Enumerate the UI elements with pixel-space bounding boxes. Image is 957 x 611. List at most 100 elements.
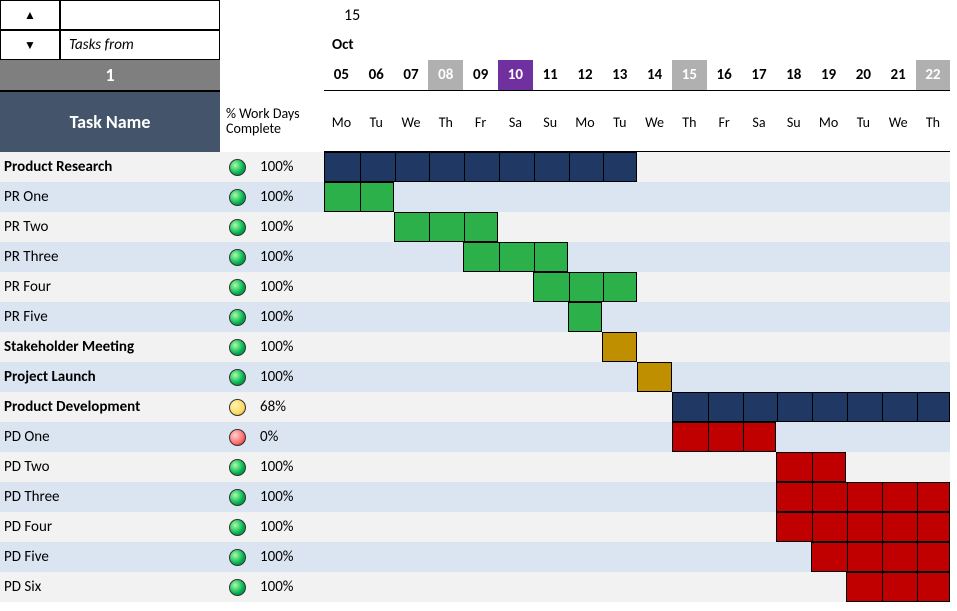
- date-cell[interactable]: 07: [394, 60, 429, 90]
- gantt-cell: [637, 212, 672, 242]
- task-name[interactable]: PR One: [0, 182, 220, 212]
- gantt-cell: [394, 302, 429, 332]
- gantt-cell: [498, 572, 533, 602]
- gantt-bar[interactable]: [394, 212, 498, 242]
- status-cell: [220, 572, 254, 602]
- gantt-cell: [568, 512, 603, 542]
- gantt-cell: [672, 182, 707, 212]
- task-row: PD Five100%: [0, 542, 957, 572]
- gantt-cell: [463, 332, 498, 362]
- gantt-cell: [916, 242, 951, 272]
- gantt-cell: [359, 212, 394, 242]
- dow-cell: Th: [916, 91, 951, 153]
- gantt-cell: [846, 182, 881, 212]
- gantt-cell: [498, 272, 533, 302]
- task-name[interactable]: PR Three: [0, 242, 220, 272]
- gantt-row: [324, 362, 950, 392]
- date-cell[interactable]: 12: [568, 60, 603, 90]
- gantt-bar[interactable]: [568, 302, 603, 332]
- scroll-down-button[interactable]: ▼: [0, 30, 60, 60]
- date-cell[interactable]: 10: [498, 60, 533, 90]
- gantt-cell: [533, 542, 568, 572]
- gantt-bar[interactable]: [811, 542, 950, 572]
- status-cell: [220, 422, 254, 452]
- date-cell[interactable]: 19: [811, 60, 846, 90]
- date-cell[interactable]: 16: [707, 60, 742, 90]
- gantt-cell: [463, 482, 498, 512]
- task-name[interactable]: Product Development: [0, 392, 220, 422]
- task-name[interactable]: PD Six: [0, 572, 220, 602]
- task-name[interactable]: PR Four: [0, 272, 220, 302]
- date-cell[interactable]: 14: [637, 60, 672, 90]
- date-cell[interactable]: 08: [428, 60, 463, 90]
- date-cell[interactable]: 11: [533, 60, 568, 90]
- date-cell[interactable]: 05: [324, 60, 359, 90]
- date-cell[interactable]: 17: [742, 60, 777, 90]
- gantt-cell: [324, 392, 359, 422]
- dow-cell: Th: [672, 91, 707, 153]
- task-name[interactable]: PR Five: [0, 302, 220, 332]
- task-name[interactable]: Stakeholder Meeting: [0, 332, 220, 362]
- task-name[interactable]: Project Launch: [0, 362, 220, 392]
- date-numbers-row: 050607080910111213141516171819202122: [324, 60, 950, 90]
- task-name[interactable]: PR Two: [0, 212, 220, 242]
- status-green-icon: [229, 159, 246, 176]
- task-name[interactable]: PD Four: [0, 512, 220, 542]
- gantt-cell: [568, 332, 603, 362]
- scroll-up-button[interactable]: ▲: [0, 0, 60, 30]
- gantt-cell: [463, 272, 498, 302]
- task-name[interactable]: PD Two: [0, 452, 220, 482]
- task-row: Stakeholder Meeting100%: [0, 332, 957, 362]
- gantt-bar[interactable]: [846, 572, 950, 602]
- gantt-cell: [463, 182, 498, 212]
- gantt-cell: [533, 512, 568, 542]
- gantt-cell: [428, 362, 463, 392]
- gantt-cell: [811, 212, 846, 242]
- date-cell[interactable]: 09: [463, 60, 498, 90]
- gantt-cell: [359, 482, 394, 512]
- gantt-cell: [776, 302, 811, 332]
- date-cell[interactable]: 18: [776, 60, 811, 90]
- gantt-bar[interactable]: [463, 242, 567, 272]
- status-cell: [220, 512, 254, 542]
- gantt-cell: [428, 392, 463, 422]
- gantt-bar[interactable]: [637, 362, 672, 392]
- gantt-bar[interactable]: [672, 392, 950, 422]
- gantt-bar[interactable]: [776, 512, 950, 542]
- task-name[interactable]: PD Five: [0, 542, 220, 572]
- date-cell[interactable]: 15: [672, 60, 707, 90]
- gantt-cell: [742, 332, 777, 362]
- gantt-cell: [394, 392, 429, 422]
- gantt-cell: [602, 362, 637, 392]
- gantt-cell: [602, 542, 637, 572]
- dow-cell: Fr: [463, 91, 498, 153]
- gantt-cell: [846, 302, 881, 332]
- blank-cell: [60, 0, 220, 30]
- page-or-day-indicator: 15: [344, 0, 360, 30]
- task-name[interactable]: Product Research: [0, 152, 220, 182]
- date-cell[interactable]: 06: [359, 60, 394, 90]
- gantt-cell: [359, 272, 394, 302]
- date-cell[interactable]: 21: [881, 60, 916, 90]
- gantt-cell: [602, 392, 637, 422]
- gantt-cell: [776, 212, 811, 242]
- task-name[interactable]: PD Three: [0, 482, 220, 512]
- gantt-bar[interactable]: [324, 152, 637, 182]
- task-name[interactable]: PD One: [0, 422, 220, 452]
- gantt-row: [324, 332, 950, 362]
- gantt-cell: [463, 392, 498, 422]
- date-cell[interactable]: 22: [916, 60, 951, 90]
- date-cell[interactable]: 13: [602, 60, 637, 90]
- gantt-bar[interactable]: [324, 182, 394, 212]
- gantt-bar[interactable]: [776, 482, 950, 512]
- gantt-cell: [881, 242, 916, 272]
- gantt-bar[interactable]: [533, 272, 637, 302]
- gantt-row: [324, 302, 950, 332]
- gantt-cell: [811, 422, 846, 452]
- gantt-bar[interactable]: [602, 332, 637, 362]
- gantt-bar[interactable]: [672, 422, 776, 452]
- gantt-bar[interactable]: [776, 452, 846, 482]
- gantt-cell: [707, 362, 742, 392]
- date-cell[interactable]: 20: [846, 60, 881, 90]
- status-green-icon: [229, 369, 246, 386]
